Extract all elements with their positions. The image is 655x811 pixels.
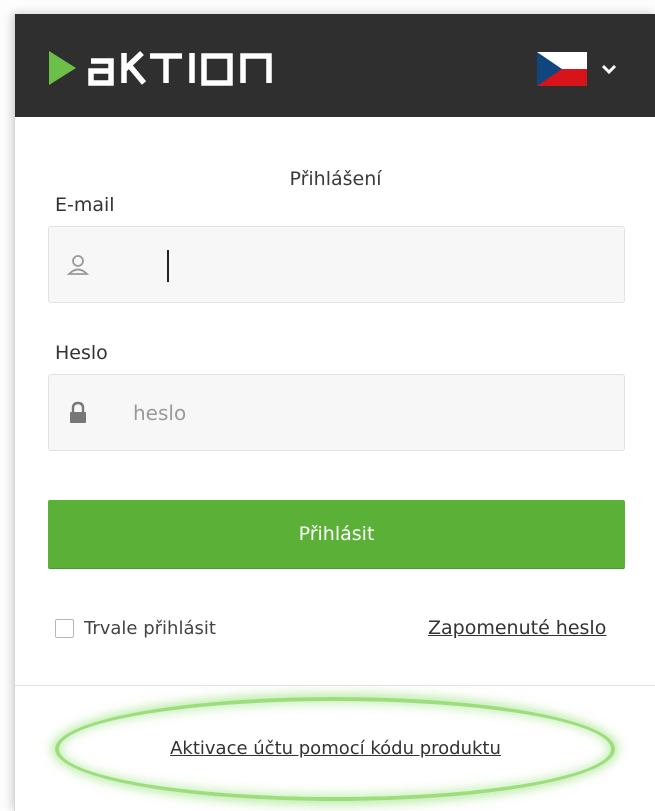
language-selector[interactable]	[537, 52, 617, 86]
remember-label: Trvale přihlásit	[84, 618, 216, 639]
activate-account-link[interactable]: Aktivace účtu pomocí kódu produktu	[15, 738, 655, 759]
email-field[interactable]	[48, 226, 625, 303]
forgot-password-link[interactable]: Zapomenuté heslo	[428, 617, 606, 639]
password-field[interactable]	[48, 374, 625, 451]
form-title: Přihlášení	[289, 168, 382, 190]
email-input[interactable]	[133, 241, 603, 289]
text-caret	[167, 250, 169, 282]
divider	[15, 685, 655, 686]
remember-me-toggle[interactable]: Trvale přihlásit	[55, 618, 216, 639]
aktion-logo-graphic	[49, 51, 272, 86]
email-label: E-mail	[55, 194, 115, 216]
login-panel: Přihlášení E-mail Heslo Přihlásit Trvale…	[14, 14, 655, 811]
login-button[interactable]: Přihlásit	[48, 500, 625, 568]
aktion-logo	[49, 50, 274, 86]
czech-flag-icon	[537, 52, 587, 86]
remember-checkbox[interactable]	[55, 619, 74, 638]
user-icon	[67, 255, 89, 275]
chevron-down-icon	[601, 64, 617, 75]
password-input[interactable]	[133, 389, 603, 437]
password-label: Heslo	[55, 342, 108, 364]
header-bar	[15, 14, 655, 117]
page-frame: Přihlášení E-mail Heslo Přihlásit Trvale…	[0, 0, 655, 811]
lock-icon	[70, 401, 86, 423]
